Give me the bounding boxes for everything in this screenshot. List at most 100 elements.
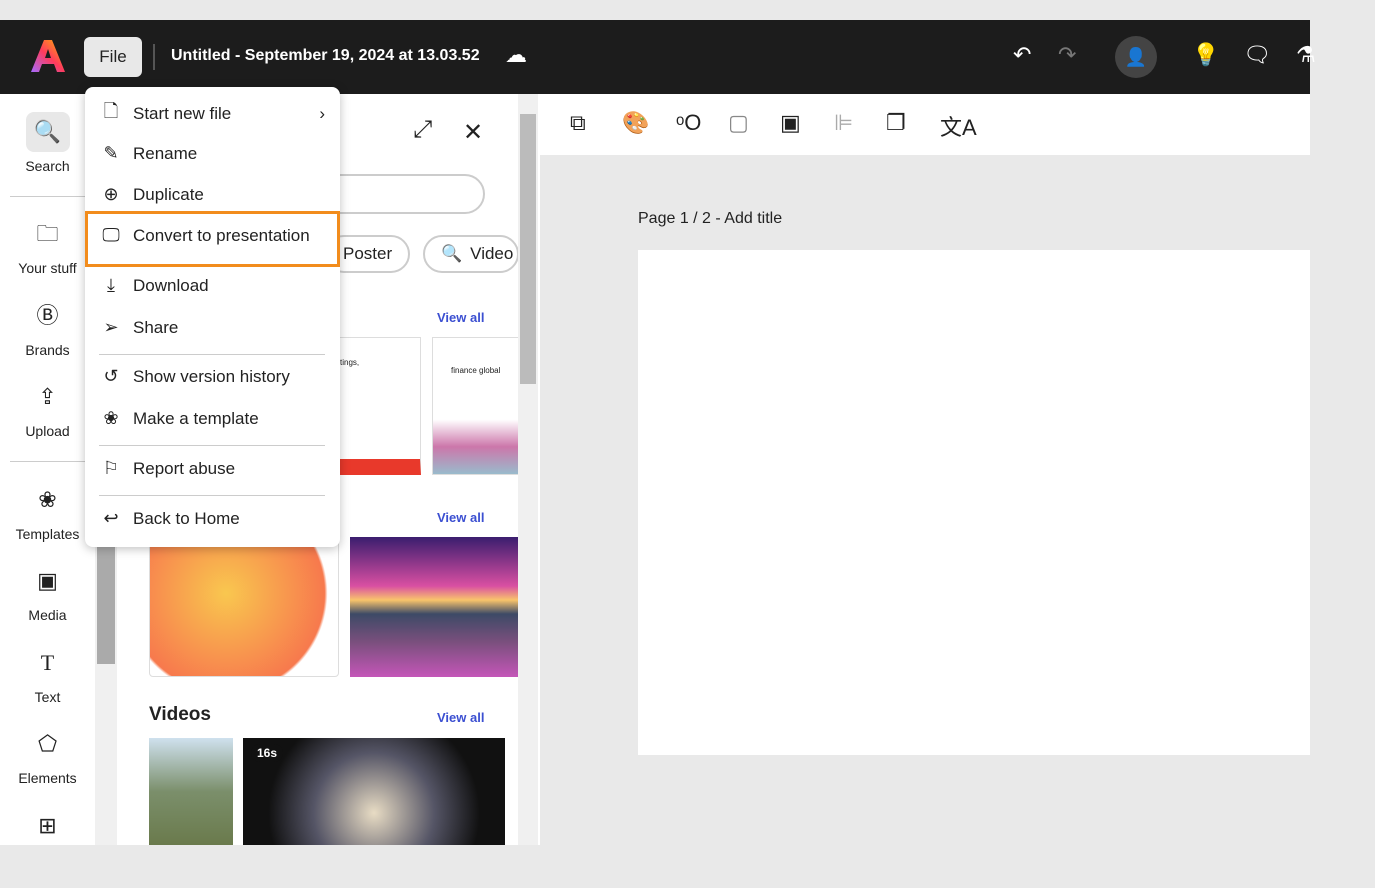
app-header: File Untitled - September 19, 2024 at 13…	[0, 20, 1316, 94]
comment-icon[interactable]: 🗨	[1243, 42, 1271, 68]
lightbulb-icon[interactable]: 💡	[1192, 42, 1219, 68]
sidebar-item-templates[interactable]: ❀ Templates	[0, 480, 95, 542]
sidebar-item-elements[interactable]: ⬠ Elements	[0, 724, 95, 786]
divider	[153, 44, 155, 70]
undo-icon[interactable]: ↶	[1013, 42, 1031, 68]
sidebar-item-label: Your stuff	[18, 260, 77, 276]
menu-item-label: Make a template	[133, 408, 259, 428]
thumbnail-text: finance global	[451, 366, 501, 375]
left-rail: 🔍 Search 🗀 Your stuff Ⓑ Brands ⇪ Upload ❀ Tem…	[0, 94, 95, 845]
sidebar-item-label: Elements	[18, 770, 77, 786]
menu-item-report-abuse[interactable]: ⚐ Report abuse	[99, 458, 235, 479]
scrollbar-thumb[interactable]	[520, 114, 536, 384]
resize-icon[interactable]: ⧉	[570, 110, 586, 136]
chip-label: Video	[470, 244, 514, 263]
sidebar-item-label: Text	[34, 689, 61, 705]
text-icon: T	[40, 650, 55, 675]
border-icon[interactable]: ▣	[780, 110, 801, 136]
photo-thumbnail[interactable]	[350, 537, 518, 677]
menu-item-version-history[interactable]: ↺ Show version history	[99, 366, 290, 387]
menu-divider	[99, 354, 325, 355]
menu-item-start-new-file[interactable]: 🗋 Start new file ›	[99, 99, 325, 129]
history-icon: ↺	[103, 366, 119, 386]
menu-item-label: Duplicate	[133, 184, 204, 204]
adobe-express-logo[interactable]	[30, 38, 66, 74]
sidebar-item-label: Templates	[15, 526, 80, 542]
beaker-icon[interactable]: ⚗	[1296, 42, 1316, 68]
menu-item-make-template[interactable]: ❀ Make a template	[99, 408, 259, 429]
sidebar-item-search[interactable]: 🔍 Search	[0, 112, 95, 174]
menu-divider	[99, 495, 325, 496]
menu-divider	[99, 445, 325, 446]
menu-item-label: Share	[133, 317, 179, 337]
file-menu: 🗋 Start new file › ✎ Rename ⊕ Duplicate 🖵 Con…	[85, 87, 340, 547]
view-all-link[interactable]: View all	[437, 510, 484, 525]
menu-item-duplicate[interactable]: ⊕ Duplicate	[99, 184, 204, 205]
sidebar-item-brands[interactable]: Ⓑ Brands	[0, 296, 95, 358]
translate-icon[interactable]: 文A	[940, 110, 977, 142]
menu-item-label: Show version history	[133, 366, 290, 386]
redo-icon[interactable]: ↷	[1058, 42, 1076, 68]
video-thumbnail[interactable]	[149, 738, 233, 845]
chevron-right-icon: ›	[319, 104, 325, 123]
canvas-toolbar: ⧉ 🎨 ᵒO ▢ ▣ ⊫ ❐ 文A	[540, 94, 1310, 155]
shape-icon[interactable]: ▢	[728, 110, 749, 136]
sidebar-item-label: Search	[25, 158, 70, 174]
menu-item-download[interactable]: ⤓ Download	[99, 275, 209, 296]
sidebar-item-media[interactable]: ▣ Media	[0, 561, 95, 623]
download-icon: ⤓	[107, 275, 115, 295]
right-scrollbar[interactable]	[518, 94, 538, 845]
invite-user-icon[interactable]: 👤	[1115, 36, 1157, 78]
document-title[interactable]: Untitled - September 19, 2024 at 13.03.5…	[171, 47, 480, 65]
view-all-link[interactable]: View all	[437, 710, 484, 725]
palette-icon[interactable]: 🎨	[622, 110, 649, 136]
highlight-box	[85, 211, 340, 267]
menu-item-rename[interactable]: ✎ Rename	[99, 143, 197, 164]
sidebar-item-label: Brands	[25, 342, 70, 358]
template-thumbnail[interactable]: tings,	[335, 337, 421, 475]
sidebar-item-text[interactable]: T Text	[0, 643, 95, 705]
menu-item-label: Start new file	[133, 104, 232, 123]
menu-item-label: Back to Home	[133, 508, 240, 528]
template-thumbnail[interactable]: finance global	[432, 337, 522, 475]
close-icon[interactable]: ✕	[463, 118, 483, 147]
canvas-page[interactable]	[638, 250, 1310, 755]
sidebar-item-upload[interactable]: ⇪ Upload	[0, 377, 95, 439]
templates-icon: ❀	[38, 487, 57, 512]
sidebar-item-label: Upload	[25, 423, 70, 439]
view-all-link[interactable]: View all	[437, 310, 484, 325]
page-label[interactable]: Page 1 / 2 - Add title	[638, 210, 782, 228]
align-icon[interactable]: ⊫	[834, 110, 853, 136]
expand-icon[interactable]: ⤢	[413, 116, 432, 144]
layout-icon: ⊞	[38, 813, 57, 838]
menu-item-label: Rename	[133, 143, 198, 163]
back-arrow-icon: ↩	[103, 508, 119, 528]
animate-icon[interactable]: ᵒO	[676, 110, 701, 136]
gradient-blob	[150, 538, 340, 676]
menu-item-share[interactable]: ➢ Share	[99, 317, 178, 338]
video-thumbnail[interactable]: 16s	[243, 738, 505, 845]
media-icon: ▣	[37, 568, 58, 593]
send-icon: ➢	[103, 317, 119, 337]
video-duration: 16s	[251, 744, 284, 762]
chip-video[interactable]: 🔍 Video	[423, 235, 519, 273]
search-icon: 🔍	[441, 244, 463, 263]
chip-label: Poster	[343, 244, 393, 263]
flag-icon: ⚐	[102, 458, 120, 478]
elements-icon: ⬠	[37, 731, 58, 756]
layers-icon[interactable]: ❐	[886, 110, 906, 136]
scrollbar-thumb[interactable]	[97, 534, 115, 664]
duplicate-icon: ⊕	[103, 184, 119, 204]
videos-heading: Videos	[149, 704, 211, 725]
search-icon: 🔍	[25, 112, 70, 152]
sidebar-item-more[interactable]: ⊞	[0, 806, 95, 852]
upload-icon: ⇪	[38, 384, 57, 409]
divider	[10, 196, 85, 197]
menu-item-back-to-home[interactable]: ↩ Back to Home	[99, 508, 240, 529]
sidebar-item-your-stuff[interactable]: 🗀 Your stuff	[0, 214, 95, 276]
sidebar-item-label: Media	[28, 607, 67, 623]
folder-icon: 🗀	[36, 221, 59, 246]
file-menu-button[interactable]: File	[84, 37, 142, 77]
graphic-thumbnail[interactable]	[149, 537, 340, 677]
cloud-icon[interactable]: ☁	[505, 42, 527, 68]
